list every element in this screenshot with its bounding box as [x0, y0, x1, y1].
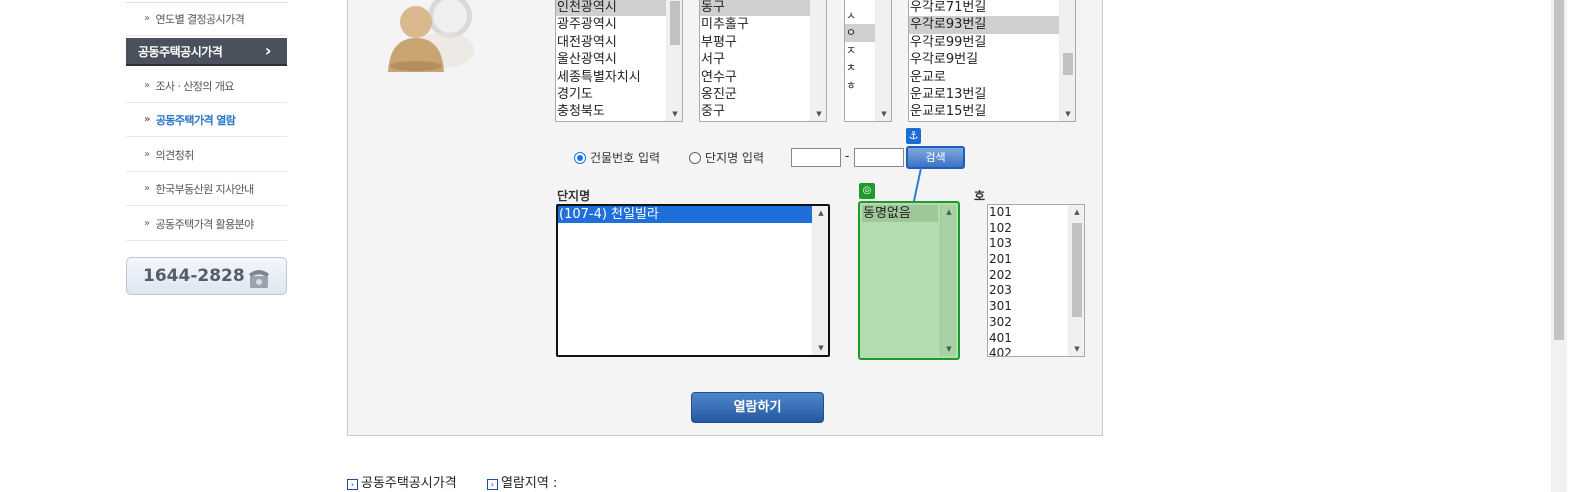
scroll-down-icon[interactable]: ▼: [813, 341, 828, 355]
link-arrow-icon: ›: [347, 479, 358, 490]
phone-number: 1644-2828: [143, 266, 245, 286]
list-item[interactable]: 인천광역시: [556, 0, 682, 17]
footer-breadcrumb: › 공동주택공시가격 › 열람지역 :: [347, 472, 557, 491]
scrollbar[interactable]: ▲ ▼: [1068, 205, 1084, 356]
scrollbar[interactable]: ▼: [666, 0, 682, 121]
scroll-up-icon[interactable]: ▲: [813, 206, 828, 220]
sidebar-item-survey-overview[interactable]: » 조사 · 산정의 개요: [126, 69, 287, 103]
list-item[interactable]: 우각로9번길: [909, 51, 1075, 68]
link-arrow-icon: ›: [486, 479, 498, 490]
list-item[interactable]: 연수구: [700, 69, 826, 86]
radio-complex-name[interactable]: 단지명 입력: [689, 149, 764, 166]
complex-name-select[interactable]: (107-4) 천일빌라 ▲ ▼: [556, 204, 830, 357]
telephone-icon: [249, 270, 269, 288]
page-scrollbar[interactable]: [1551, 0, 1567, 492]
sidebar-section-title: 공동주택공시가격: [138, 44, 223, 59]
bullet-icon: »: [144, 183, 150, 194]
list-item[interactable]: 부평구: [700, 34, 826, 51]
bullet-icon: »: [144, 218, 150, 229]
sidebar-item-opinion[interactable]: » 의견청취: [126, 138, 287, 172]
view-price-button[interactable]: 열람하기: [691, 392, 824, 423]
sidebar-item-annual-price[interactable]: » 연도별 결정공시가격: [126, 2, 287, 36]
radio-off-icon[interactable]: [689, 152, 701, 164]
scroll-down-icon[interactable]: ▼: [1069, 342, 1084, 356]
list-item[interactable]: 대전광역시: [556, 34, 682, 51]
complex-name-label: 단지명: [557, 189, 591, 203]
footer-view-region: 열람지역 :: [500, 476, 558, 491]
list-item[interactable]: 광주광역시: [556, 16, 682, 33]
footer-link-price[interactable]: 공동주택공시가격: [361, 476, 457, 491]
list-item[interactable]: 충청북도: [556, 103, 682, 120]
sigungu-select[interactable]: 동구 미추홀구 부평구 서구 연수구 옹진군 중구 ▼: [699, 0, 827, 122]
list-item[interactable]: 운교로: [909, 69, 1075, 86]
list-item[interactable]: 중구: [700, 103, 826, 120]
road-name-select[interactable]: 우각로71번길 우각로93번길 우각로99번길 우각로9번길 운교로 운교로13…: [908, 0, 1076, 122]
unit-number-label: 호: [974, 189, 986, 203]
bullet-icon: »: [144, 13, 150, 24]
dong-select[interactable]: 동명없음 ▲ ▼: [858, 201, 960, 360]
scroll-up-icon[interactable]: ▲: [1069, 205, 1084, 219]
list-item[interactable]: 미추홀구: [700, 16, 826, 33]
sidebar-item-label: 조사 · 산정의 개요: [155, 79, 235, 93]
page-scroll-thumb[interactable]: [1554, 0, 1564, 340]
list-item[interactable]: 운교로15번길: [909, 103, 1075, 120]
list-item[interactable]: 우각로93번길: [909, 16, 1059, 34]
sidebar-item-label: 한국부동산원 지사안내: [155, 182, 255, 196]
building-number-sub-input[interactable]: [854, 148, 904, 167]
list-item[interactable]: 서구: [700, 51, 826, 68]
list-item[interactable]: 우각로99번길: [909, 34, 1075, 51]
sido-select[interactable]: 인천광역시 광주광역시 대전광역시 울산광역시 세종특별자치시 경기도 충청북도…: [555, 0, 683, 122]
target-icon: ◎: [859, 183, 875, 199]
list-item[interactable]: 동명없음: [862, 205, 938, 223]
list-item[interactable]: 세종특별자치시: [556, 69, 682, 86]
scroll-down-icon[interactable]: ▼: [811, 107, 826, 121]
anchor-icon: ⚓: [906, 128, 921, 144]
list-item[interactable]: 우각로71번길: [909, 0, 1075, 16]
list-item[interactable]: (107-4) 천일빌라: [558, 206, 812, 224]
sidebar-item-label: 공동주택가격 활용분야: [155, 217, 255, 231]
scrollbar[interactable]: ▼: [1059, 0, 1075, 121]
initial-consonant-select[interactable]: ㅅ ㅇ ㅈ ㅊ ㅎ ▼: [844, 0, 892, 122]
radio-on-icon[interactable]: [574, 152, 586, 164]
scroll-down-icon[interactable]: ▼: [941, 342, 956, 356]
scrollbar[interactable]: ▼: [810, 0, 826, 121]
list-item[interactable]: 울산광역시: [556, 51, 682, 68]
scrollbar[interactable]: ▲ ▼: [940, 205, 956, 356]
scroll-up-icon[interactable]: ▲: [941, 205, 956, 219]
sidebar-item-branch-info[interactable]: » 한국부동산원 지사안내: [126, 172, 287, 206]
list-item[interactable]: 경기도: [556, 86, 682, 103]
people-search-icon: [388, 0, 474, 72]
sidebar-item-label: 의견청취: [155, 148, 195, 162]
unit-number-select[interactable]: 101 102 103 201 202 203 301 302 401 402 …: [987, 204, 1085, 357]
scrollbar[interactable]: ▼: [875, 0, 891, 121]
scroll-down-icon[interactable]: ▼: [876, 107, 891, 121]
sidebar-item-usage[interactable]: » 공동주택가격 활용분야: [126, 207, 287, 241]
bullet-icon: »: [144, 149, 150, 160]
sidebar-section-header[interactable]: 공동주택공시가격 ›: [126, 38, 287, 66]
radio-building-number[interactable]: 건물번호 입력: [574, 149, 660, 166]
phone-number-banner: 1644-2828: [126, 257, 287, 295]
building-number-main-input[interactable]: [791, 148, 841, 167]
list-item[interactable]: 운교로13번길: [909, 86, 1075, 103]
bullet-icon: »: [144, 80, 150, 91]
scroll-down-icon[interactable]: ▼: [1060, 107, 1075, 121]
list-item[interactable]: 옹진군: [700, 86, 826, 103]
sidebar-item-label: 공동주택가격 열람: [155, 113, 236, 127]
bullet-icon: »: [144, 114, 150, 125]
search-button[interactable]: 검색: [906, 146, 965, 169]
dash-separator: -: [845, 149, 850, 163]
sidebar-item-price-view[interactable]: » 공동주택가격 열람: [126, 103, 287, 137]
chevron-right-icon: ›: [264, 41, 272, 60]
list-item[interactable]: 동구: [700, 0, 810, 17]
sidebar-item-label: 연도별 결정공시가격: [155, 12, 245, 26]
list-item[interactable]: ㅇ: [845, 24, 875, 42]
scroll-down-icon[interactable]: ▼: [667, 107, 682, 121]
scrollbar[interactable]: ▲ ▼: [812, 206, 828, 355]
